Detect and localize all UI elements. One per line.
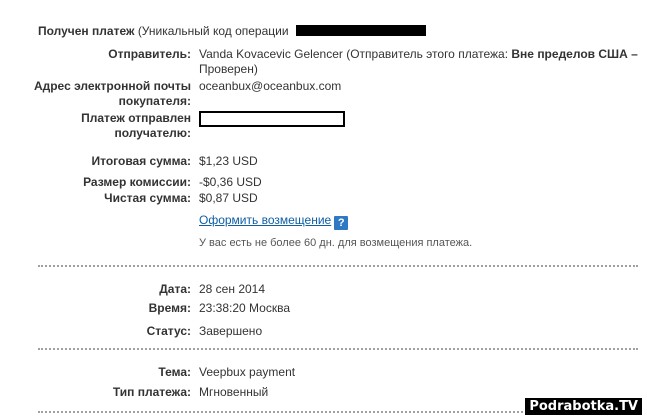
total-value: $1,23 USD xyxy=(199,154,258,168)
divider-1 xyxy=(38,265,638,267)
sender-verified: Проверен) xyxy=(199,62,258,76)
status-label: Статус: xyxy=(146,324,191,338)
refund-note: У вас есть не более 60 дн. для возмещени… xyxy=(199,237,473,249)
sender-note: (Отправитель этого платежа: xyxy=(346,47,509,61)
buyer-email-label: Адрес электронной почты покупателя: xyxy=(34,79,191,109)
redacted-transaction-id xyxy=(295,25,426,37)
issue-refund-link[interactable]: Оформить возмещение xyxy=(199,213,331,227)
help-icon[interactable]: ? xyxy=(334,216,349,230)
sender-value: Vanda Kovacevic Gelencer (Отправитель эт… xyxy=(199,47,638,77)
sent-to-label-line2: получателю: xyxy=(114,126,191,140)
fee-value: -$0,36 USD xyxy=(199,175,262,189)
payment-type-value: Мгновенный xyxy=(199,385,269,399)
time-label: Время: xyxy=(148,301,191,315)
sent-to-label-line1: Платеж отправлен xyxy=(81,111,191,125)
subject-label: Тема: xyxy=(158,365,191,379)
watermark: Podrabotka.TV xyxy=(525,398,642,415)
status-value: Завершено xyxy=(199,324,263,338)
date-label: Дата: xyxy=(159,282,191,296)
net-value: $0,87 USD xyxy=(199,191,258,205)
fee-label: Размер комиссии: xyxy=(83,175,191,189)
redacted-recipient xyxy=(199,111,345,127)
sender-name: Vanda Kovacevic Gelencer xyxy=(199,47,343,61)
time-value: 23:38:20 Москва xyxy=(199,301,291,315)
divider-2 xyxy=(38,348,638,350)
header-suffix: (Уникальный код операции xyxy=(137,24,289,38)
payment-type-label: Тип платежа: xyxy=(112,385,191,399)
sent-to-value xyxy=(199,111,345,131)
sender-label: Отправитель: xyxy=(108,47,191,61)
date-value: 28 сен 2014 xyxy=(199,282,266,296)
subject-value: Veepbux payment xyxy=(199,365,296,379)
buyer-email-label-line2: покупателя: xyxy=(118,94,191,108)
net-label: Чистая сумма: xyxy=(104,191,191,205)
sender-status: Вне пределов США – xyxy=(511,47,638,61)
sent-to-label: Платеж отправлен получателю: xyxy=(81,111,191,141)
total-label: Итоговая сумма: xyxy=(91,154,191,168)
buyer-email-label-line1: Адрес электронной почты xyxy=(33,79,191,93)
buyer-email-value: oceanbux@oceanbux.com xyxy=(199,79,342,93)
refund-value: Оформить возмещение? xyxy=(199,213,349,230)
transaction-header: Получен платеж (Уникальный код операции xyxy=(38,24,426,38)
header-title: Получен платеж xyxy=(38,24,135,38)
